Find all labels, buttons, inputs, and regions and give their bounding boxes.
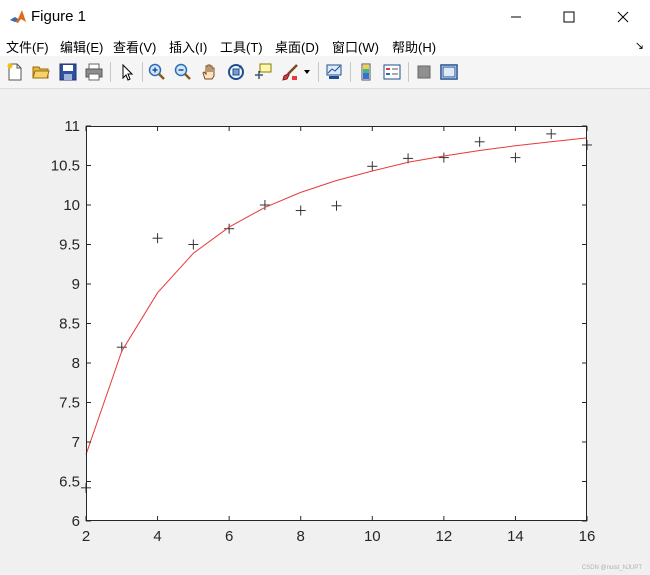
zoom-out-button[interactable]	[172, 61, 194, 83]
save-icon	[59, 63, 77, 81]
chevron-down-icon	[304, 70, 310, 74]
menu-window[interactable]: 窗口(W)	[332, 37, 379, 56]
y-tick-label: 10.5	[51, 158, 80, 175]
data-cursor-icon	[255, 63, 272, 79]
colorbar-icon	[361, 63, 371, 81]
rotate-3d-button[interactable]	[225, 61, 247, 83]
toolbar-separator	[350, 62, 351, 82]
y-tick-label: 6.5	[59, 474, 80, 491]
y-tick-label: 8	[72, 355, 80, 372]
menu-dock-arrow-icon[interactable]: ↘	[635, 39, 644, 52]
menu-desktop[interactable]: 桌面(D)	[275, 37, 319, 56]
matlab-logo-icon	[9, 8, 27, 26]
y-tick-label: 7.5	[59, 395, 80, 412]
brush-button[interactable]	[279, 61, 301, 83]
close-button[interactable]	[600, 0, 646, 34]
x-tick-label: 10	[364, 528, 381, 545]
menu-insert[interactable]: 插入(I)	[169, 37, 207, 56]
open-file-button[interactable]	[30, 61, 52, 83]
window-title: Figure 1	[31, 8, 87, 25]
toolbar-separator	[318, 62, 319, 82]
toolbar	[0, 56, 650, 89]
pan-hand-icon	[202, 64, 215, 80]
plot-svg: 2 4 6 8 10 12 14 16 6 6.5 7 7.5 8 8.5 9 9.5 10 10.5 11	[51, 118, 596, 545]
x-tick-label: 2	[82, 528, 90, 545]
maximize-button[interactable]	[546, 0, 592, 34]
zoom-out-icon	[174, 63, 191, 80]
minimize-button[interactable]	[493, 0, 539, 34]
rotate-3d-icon	[228, 64, 244, 80]
y-tick-label: 9.5	[59, 237, 80, 254]
y-tick-label: 7	[72, 434, 80, 451]
y-tick-label: 11	[64, 118, 80, 135]
y-tick-label: 9	[72, 276, 80, 293]
toolbar-separator	[408, 62, 409, 82]
y-tick-label: 8.5	[59, 316, 80, 333]
colorbar-button[interactable]	[355, 61, 377, 83]
menu-tools[interactable]: 工具(T)	[220, 37, 263, 56]
print-icon	[85, 63, 103, 81]
hide-plot-tools-button[interactable]	[413, 61, 435, 83]
menu-edit[interactable]: 编辑(E)	[60, 37, 103, 56]
link-plot-button[interactable]	[323, 61, 345, 83]
new-figure-button[interactable]	[4, 61, 26, 83]
menu-bar: 文件(F) 编辑(E) 查看(V) 插入(I) 工具(T) 桌面(D) 窗口(W…	[0, 34, 650, 56]
axes-background	[86, 126, 587, 521]
x-tick-label: 6	[225, 528, 233, 545]
pointer-icon	[122, 63, 134, 81]
toolbar-separator	[110, 62, 111, 82]
toolbar-separator	[142, 62, 143, 82]
y-tick-label: 10	[63, 197, 80, 214]
brush-icon	[282, 64, 298, 81]
x-tick-label: 12	[436, 528, 453, 545]
hide-tools-icon	[417, 65, 431, 79]
pointer-button[interactable]	[116, 61, 138, 83]
minimize-icon	[511, 16, 521, 18]
data-cursor-button[interactable]	[252, 61, 274, 83]
pan-button[interactable]	[198, 61, 220, 83]
show-tools-icon	[440, 64, 458, 80]
show-plot-tools-button[interactable]	[438, 61, 460, 83]
menu-file[interactable]: 文件(F)	[6, 37, 49, 56]
menu-help[interactable]: 帮助(H)	[392, 37, 436, 56]
x-tick-label: 4	[153, 528, 161, 545]
save-button[interactable]	[57, 61, 79, 83]
link-plot-icon	[326, 64, 342, 79]
open-file-icon	[32, 66, 50, 79]
zoom-in-button[interactable]	[146, 61, 168, 83]
zoom-in-icon	[148, 63, 165, 80]
title-bar: Figure 1	[0, 0, 650, 34]
figure-canvas: 2 4 6 8 10 12 14 16 6 6.5 7 7.5 8 8.5 9 9.5 10 10.5 11 CSD…	[0, 89, 650, 575]
x-tick-label: 8	[297, 528, 305, 545]
legend-button[interactable]	[381, 61, 403, 83]
menu-view[interactable]: 查看(V)	[113, 37, 156, 56]
y-tick-label: 6	[72, 513, 80, 530]
legend-icon	[383, 64, 401, 80]
brush-dropdown[interactable]	[301, 61, 313, 83]
x-tick-label: 14	[507, 528, 524, 545]
new-figure-icon	[7, 63, 22, 81]
close-icon	[617, 11, 629, 23]
maximize-icon	[563, 11, 575, 23]
watermark: CSDN @nuist_NJUPT	[581, 565, 642, 571]
x-tick-label: 16	[579, 528, 596, 545]
print-button[interactable]	[83, 61, 105, 83]
